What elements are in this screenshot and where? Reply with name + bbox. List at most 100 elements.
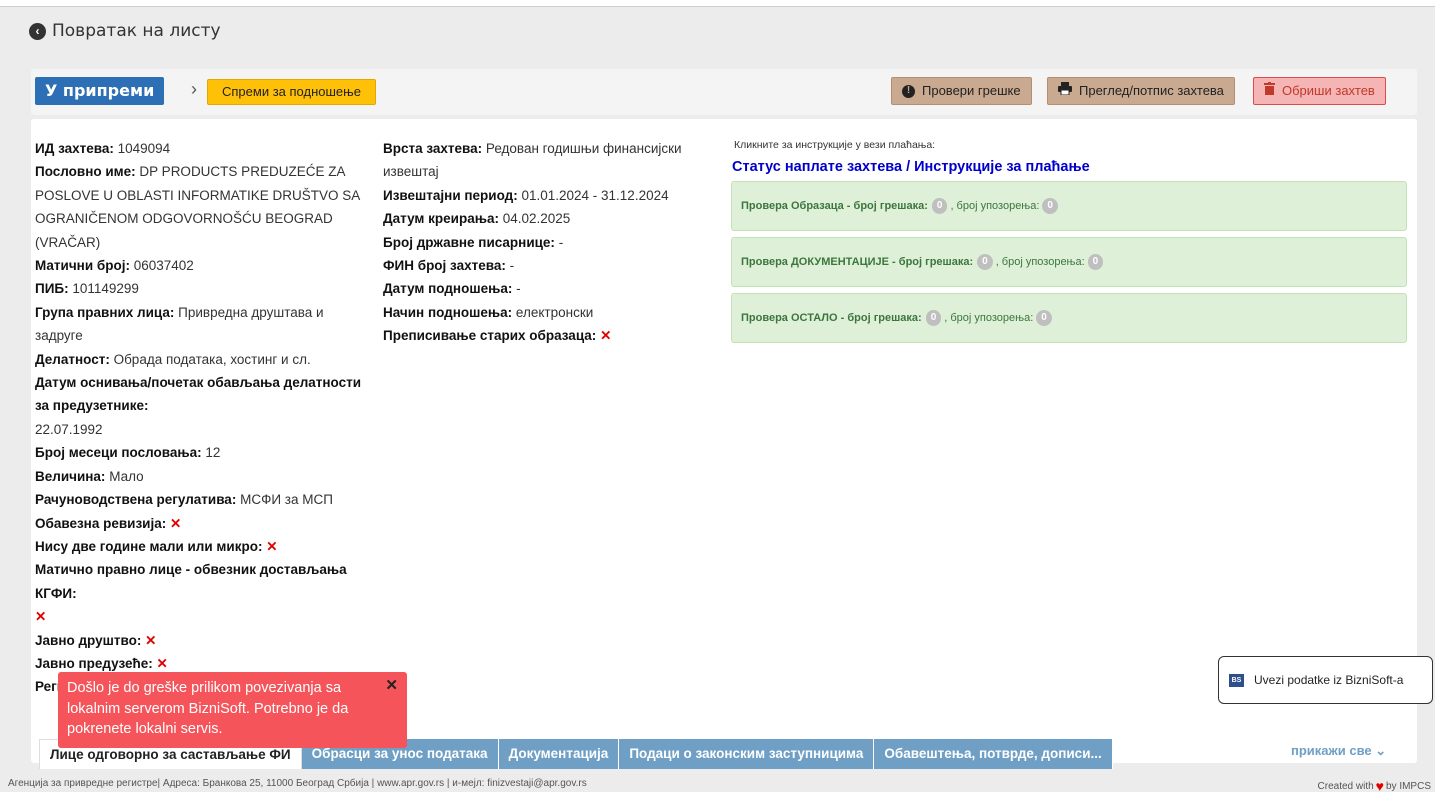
prepare-submit-button[interactable]: Спреми за подношење bbox=[207, 79, 376, 105]
validation-alert: Провера Образаца - број грешака: 0, број … bbox=[731, 181, 1407, 231]
detail-row: Обавезна ревизија: ✕ bbox=[35, 512, 370, 535]
detail-row: Делатност: Обрада података, хостинг и сл… bbox=[35, 348, 370, 371]
detail-row: Број месеци пословања: 12 bbox=[35, 441, 370, 464]
footer-info: Агенција за привредне регистре| Адреса: … bbox=[8, 778, 587, 789]
detail-row: Величина: Мало bbox=[35, 465, 370, 488]
detail-value: 06037402 bbox=[129, 258, 194, 274]
detail-label: Матични број: bbox=[35, 258, 130, 274]
company-details: ИД захтева: 1049094 Пословно име: DP PROD… bbox=[35, 137, 370, 699]
footer: Агенција за привредне регистре| Адреса: … bbox=[0, 774, 1435, 792]
print-icon bbox=[1058, 78, 1072, 104]
x-mark-icon: ✕ bbox=[145, 632, 157, 648]
show-all-link[interactable]: прикажи све ⌄ bbox=[1291, 743, 1386, 759]
warning-count-badge: 0 bbox=[1042, 198, 1058, 214]
error-count-badge: 0 bbox=[931, 198, 948, 214]
back-link-label: Повратак на листу bbox=[52, 21, 221, 41]
back-to-list-link[interactable]: ‹ Повратак на листу bbox=[29, 21, 221, 41]
detail-row: Јавно друштво: ✕ bbox=[35, 629, 370, 652]
detail-row: Рачуноводствена регулатива: МСФИ за МСП bbox=[35, 488, 370, 511]
toast-message: Došlo je do greške prilikom povezivanja … bbox=[67, 680, 349, 737]
trash-icon bbox=[1264, 78, 1275, 104]
error-count-badge: 0 bbox=[925, 310, 942, 326]
tab-item[interactable]: Обавештења, потврде, дописи... bbox=[874, 739, 1113, 769]
detail-label: Преписивање старих образаца: bbox=[383, 328, 597, 344]
validation-label: Провера ДОКУМЕНТАЦИЈЕ - број грешака: bbox=[741, 256, 974, 268]
tab-item[interactable]: Документација bbox=[498, 739, 620, 769]
payment-and-checks: Кликните за инструкције у вези плаћања: … bbox=[731, 139, 1407, 343]
detail-row: ПИБ: 101149299 bbox=[35, 277, 370, 300]
warning-count-badge: 0 bbox=[1036, 310, 1052, 326]
detail-label: Јавно предузеће: bbox=[35, 655, 153, 671]
detail-value: 101149299 bbox=[68, 281, 139, 297]
detail-value: - bbox=[505, 258, 515, 274]
detail-value: Обрада података, хостинг и сл. bbox=[109, 351, 311, 367]
detail-label: Врста захтева: bbox=[383, 141, 483, 156]
heart-icon: ♥ bbox=[1375, 778, 1384, 792]
detail-value: 04.02.2025 bbox=[498, 211, 571, 227]
footer-created-with: Created with bbox=[1317, 780, 1374, 792]
detail-row: Нису две године мали или микро: ✕ bbox=[35, 535, 370, 558]
detail-row: Матично правно лице - обвезник достављањ… bbox=[35, 558, 370, 628]
detail-value: 01.01.2024 - 31.12.2024 bbox=[517, 187, 669, 203]
chevron-down-icon: ⌄ bbox=[1375, 743, 1387, 758]
detail-row: Датум креирања: 04.02.2025 bbox=[383, 207, 713, 230]
detail-label: Извештајни период: bbox=[383, 187, 518, 203]
detail-label: Рачуноводствена регулатива: bbox=[35, 492, 237, 508]
delete-request-button[interactable]: Обриши захтев bbox=[1253, 77, 1386, 105]
detail-value: - bbox=[554, 234, 564, 250]
show-all-label: прикажи све bbox=[1291, 743, 1372, 758]
detail-value: 1049094 bbox=[113, 141, 171, 156]
exclamation-circle-icon: ! bbox=[902, 84, 915, 98]
detail-value: електронски bbox=[512, 304, 594, 320]
x-mark-icon: ✕ bbox=[169, 515, 182, 531]
detail-row: Датум оснивања/почетак обављања делатнос… bbox=[35, 371, 370, 441]
detail-value: 12 bbox=[201, 445, 221, 461]
detail-value: МСФИ за МСП bbox=[236, 492, 333, 508]
validation-alert: Провера ДОКУМЕНТАЦИЈЕ - број грешака: 0, … bbox=[731, 237, 1407, 287]
detail-label: Величина: bbox=[35, 468, 106, 484]
detail-row: Датум подношења: - bbox=[383, 277, 713, 300]
detail-label: Нису две године мали или микро: bbox=[35, 538, 263, 554]
detail-label: Група правних лица: bbox=[35, 304, 175, 320]
x-mark-icon: ✕ bbox=[266, 538, 278, 554]
payment-instructions-link[interactable]: Статус наплате захтева / Инструкције за … bbox=[732, 159, 1407, 175]
detail-label: Начин подношења: bbox=[383, 304, 513, 320]
warning-label: , број упозорења: bbox=[950, 200, 1040, 212]
detail-label: Пословно име: bbox=[35, 164, 136, 180]
detail-row: Број државне писарнице: - bbox=[383, 231, 713, 254]
check-errors-button[interactable]: ! Провери грешке bbox=[891, 77, 1032, 105]
detail-value: Мало bbox=[105, 468, 144, 484]
detail-value: 22.07.1992 bbox=[35, 421, 103, 437]
request-details: Врста захтева: Редован годишњи финансијс… bbox=[383, 137, 713, 348]
detail-row: Матични број: 06037402 bbox=[35, 254, 370, 277]
footer-by: by IMPCS bbox=[1385, 780, 1431, 792]
detail-label: Датум креирања: bbox=[383, 211, 499, 227]
detail-row: Група правних лица: Привредна друштава и… bbox=[35, 301, 370, 348]
top-border bbox=[0, 0, 1435, 7]
warning-count-badge: 0 bbox=[1087, 254, 1104, 270]
detail-label: Датум подношења: bbox=[383, 281, 513, 297]
detail-row: ИД захтева: 1049094 bbox=[35, 137, 370, 160]
detail-row: Извештајни период: 01.01.2024 - 31.12.20… bbox=[383, 184, 713, 207]
validation-label: Провера ОСТАЛО - број грешака: bbox=[741, 312, 922, 324]
detail-value: - bbox=[512, 281, 521, 297]
x-mark-icon: ✕ bbox=[156, 655, 168, 671]
validation-alert: Провера ОСТАЛО - број грешака: 0, број уп… bbox=[731, 293, 1407, 343]
detail-row: ФИН број захтева: - bbox=[383, 254, 713, 277]
preview-sign-button[interactable]: Преглед/потпис захтева bbox=[1047, 77, 1235, 105]
close-icon[interactable]: ✕ bbox=[385, 676, 398, 697]
bizni-logo-icon: BS bbox=[1229, 673, 1244, 687]
detail-label: Број државне писарнице: bbox=[383, 234, 555, 250]
payment-hint: Кликните за инструкције у вези плаћања: bbox=[734, 139, 936, 151]
request-details-panel: ИД захтева: 1049094 Пословно име: DP PROD… bbox=[31, 119, 1417, 769]
detail-label: ПИБ: bbox=[35, 281, 69, 297]
detail-row: Пословно име: DP PRODUCTS PREDUZEĆE ZA P… bbox=[35, 160, 370, 254]
circle-chevron-left-icon: ‹ bbox=[29, 22, 46, 40]
footer-credits: Created with ♥ by IMPCS bbox=[1318, 778, 1431, 792]
tab-item[interactable]: Подаци о законским заступницима bbox=[619, 739, 875, 769]
detail-label: ИД захтева: bbox=[35, 141, 114, 156]
detail-row: Врста захтева: Редован годишњи финансијс… bbox=[383, 137, 713, 184]
current-status-badge: У припреми bbox=[35, 77, 165, 105]
error-toast: Došlo je do greške prilikom povezivanja … bbox=[58, 672, 407, 748]
bizni-import-button[interactable]: BS Uvezi podatke iz BizniSoft-a bbox=[1218, 656, 1433, 704]
